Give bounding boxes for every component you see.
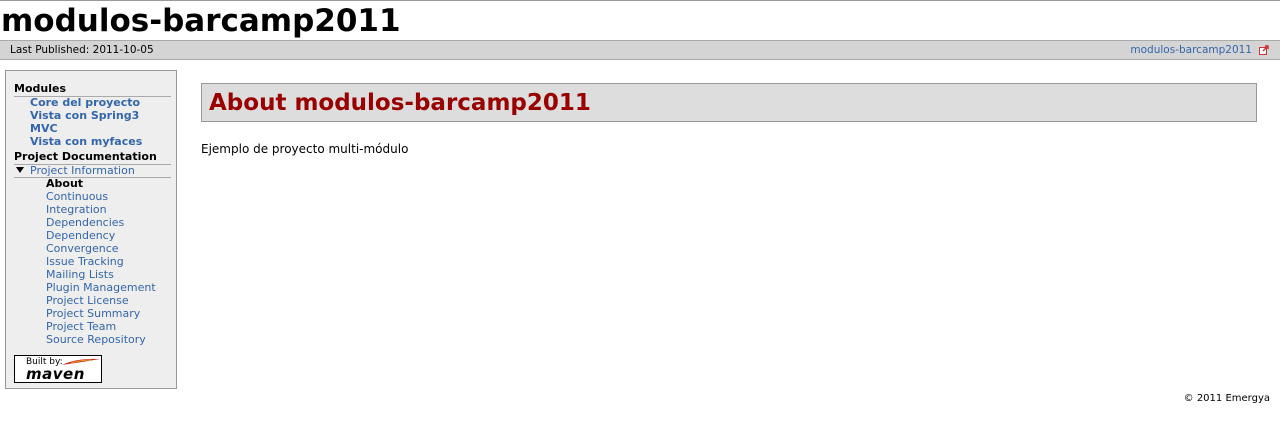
nav-item-issue-tracking[interactable]: Issue Tracking (46, 255, 124, 268)
nav-project-information[interactable]: Project Information (14, 164, 171, 178)
left-navigation: Modules Core del proyecto Vista con Spri… (5, 70, 177, 389)
nav-module-core[interactable]: Core del proyecto (30, 96, 140, 109)
maven-logo-text: maven (26, 365, 85, 383)
nav-item-dependency[interactable]: Dependency (46, 229, 115, 242)
triangle-down-icon[interactable] (16, 167, 24, 173)
nav-item-project-license[interactable]: Project License (46, 294, 129, 307)
nav-item-mailing-lists[interactable]: Mailing Lists (46, 268, 114, 281)
nav-item-source-repository[interactable]: Source Repository (46, 333, 146, 346)
banner: modulos-barcamp2011 (0, 0, 1280, 40)
content-title-box: About modulos-barcamp2011 (201, 83, 1257, 122)
nav-item-integration[interactable]: Integration (46, 203, 107, 216)
site-title: modulos-barcamp2011 (1, 3, 401, 39)
built-by-maven-badge[interactable]: Built by: maven (14, 355, 102, 383)
external-link-icon[interactable] (1259, 45, 1269, 55)
project-documentation-heading: Project Documentation (14, 150, 171, 165)
nav-item-convergence[interactable]: Convergence (46, 242, 119, 255)
nav-item-project-summary[interactable]: Project Summary (46, 307, 140, 320)
page-title: About modulos-barcamp2011 (209, 90, 591, 116)
project-description: Ejemplo de proyecto multi-módulo (201, 142, 409, 156)
nav-item-continuous[interactable]: Continuous (46, 190, 108, 203)
nav-item-about-current: About (46, 177, 84, 190)
copyright-notice: © 2011 Emergya (1183, 393, 1270, 404)
nav-module-spring3[interactable]: Vista con Spring3 (30, 109, 139, 122)
nav-item-project-team[interactable]: Project Team (46, 320, 116, 333)
nav-item-dependencies[interactable]: Dependencies (46, 216, 124, 229)
project-information-link[interactable]: Project Information (30, 164, 135, 177)
nav-module-mvc[interactable]: MVC (30, 122, 58, 135)
breadcrumb-bar: Last Published: 2011-10-05 modulos-barca… (0, 40, 1280, 60)
last-published-date: Last Published: 2011-10-05 (10, 44, 154, 56)
project-home-link[interactable]: modulos-barcamp2011 (1130, 44, 1252, 56)
nav-item-plugin-management[interactable]: Plugin Management (46, 281, 156, 294)
modules-heading: Modules (14, 82, 171, 97)
nav-module-myfaces[interactable]: Vista con myfaces (30, 135, 142, 148)
